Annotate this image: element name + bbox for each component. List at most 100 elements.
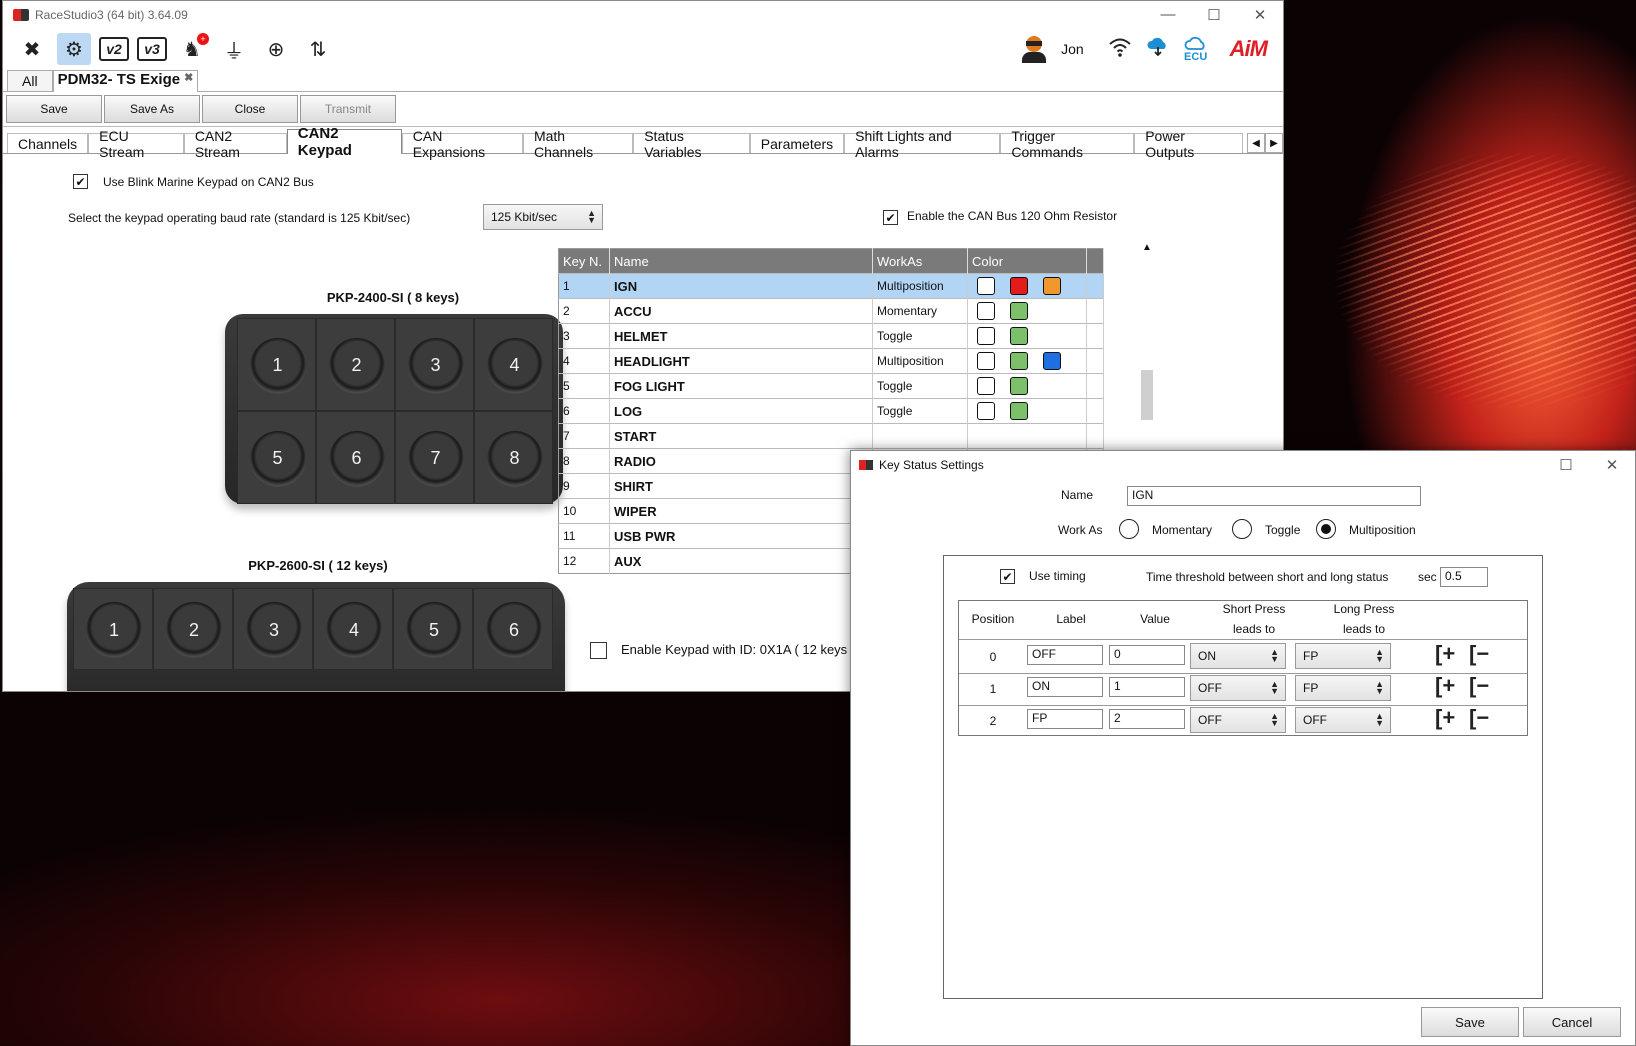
tab-power-outputs[interactable]: Power Outputs xyxy=(1134,128,1244,160)
color-swatch[interactable] xyxy=(977,352,995,370)
track-icon[interactable]: ♞ + xyxy=(175,33,209,65)
tab-channels[interactable]: Channels xyxy=(7,133,89,153)
label-input[interactable]: ON xyxy=(1027,677,1103,697)
keypad-button[interactable]: 5 xyxy=(406,602,462,658)
radio-toggle[interactable] xyxy=(1232,519,1252,539)
transfer-icon[interactable]: ⇅ xyxy=(301,33,335,65)
keypad-button[interactable]: 6 xyxy=(486,602,542,658)
color-swatch[interactable] xyxy=(1010,377,1028,395)
tab-all[interactable]: All xyxy=(7,70,53,91)
tab-can2-stream[interactable]: CAN2 Stream xyxy=(183,128,287,160)
cloud-download-icon[interactable] xyxy=(1146,35,1170,64)
color-swatch[interactable] xyxy=(977,377,995,395)
add-position-icon[interactable]: [+ xyxy=(1435,673,1455,699)
keypad-button[interactable]: 3 xyxy=(246,602,302,658)
short-press-select[interactable]: ON ▲ ▼ xyxy=(1190,643,1286,669)
short-press-select[interactable]: OFF ▲ ▼ xyxy=(1190,707,1286,733)
ecu-cloud-icon[interactable]: ECU xyxy=(1184,36,1208,63)
short-press-select[interactable]: OFF ▲ ▼ xyxy=(1190,675,1286,701)
keypad-button[interactable]: 4 xyxy=(486,337,543,394)
wifi-icon[interactable] xyxy=(1108,37,1132,62)
baud-rate-select[interactable]: 125 Kbit/sec ▲ ▼ xyxy=(483,204,603,230)
color-swatch[interactable] xyxy=(1010,327,1028,345)
scroll-thumb[interactable] xyxy=(1141,370,1153,420)
color-swatch[interactable] xyxy=(1010,277,1028,295)
long-press-select[interactable]: FP ▲ ▼ xyxy=(1295,675,1391,701)
color-swatch[interactable] xyxy=(977,277,995,295)
color-swatch[interactable] xyxy=(977,302,995,320)
key-table-row[interactable]: 4 HEADLIGHT Multiposition xyxy=(558,348,1104,374)
close-tab-icon[interactable]: ✖ xyxy=(184,72,193,84)
remove-position-icon[interactable]: [− xyxy=(1469,641,1489,667)
user-name[interactable]: Jon xyxy=(1061,41,1084,57)
v2-icon[interactable]: v2 xyxy=(99,37,129,61)
tab-scroll-left-icon[interactable]: ◀ xyxy=(1247,133,1266,153)
name-input[interactable]: IGN xyxy=(1127,486,1421,506)
v3-icon[interactable]: v3 xyxy=(137,37,167,61)
keypad-button[interactable]: 5 xyxy=(249,430,306,487)
keypad-button[interactable]: 1 xyxy=(249,337,306,394)
use-blink-checkbox[interactable]: ✔ xyxy=(73,174,88,189)
key-table-row[interactable]: 1 IGN Multiposition xyxy=(558,273,1104,299)
tab-ecu-stream[interactable]: ECU Stream xyxy=(88,128,184,160)
add-connection-icon[interactable]: ⊕ xyxy=(259,33,293,65)
keypad-button[interactable]: 1 xyxy=(86,602,142,658)
key-table-row[interactable]: 3 HELMET Toggle xyxy=(558,323,1104,349)
save-as-button[interactable]: Save As xyxy=(104,95,200,123)
keypad-button[interactable]: 3 xyxy=(407,337,464,394)
remove-position-icon[interactable]: [− xyxy=(1469,673,1489,699)
dialog-maximize-button[interactable]: ☐ xyxy=(1543,456,1589,474)
transmit-button[interactable]: Transmit xyxy=(300,95,396,123)
tab-can2-keypad[interactable]: CAN2 Keypad xyxy=(286,125,402,159)
keypad-button[interactable]: 6 xyxy=(328,430,385,487)
key-table-row[interactable]: 7 START xyxy=(558,423,1104,449)
scroll-up-icon[interactable]: ▲ xyxy=(1142,242,1152,253)
threshold-input[interactable]: 0.5 xyxy=(1440,567,1488,587)
dialog-close-button[interactable]: ✕ xyxy=(1589,456,1635,474)
tab-shift-lights-alarms[interactable]: Shift Lights and Alarms xyxy=(844,128,1001,160)
value-input[interactable]: 2 xyxy=(1109,709,1185,729)
close-button[interactable]: Close xyxy=(202,95,298,123)
enable-keypad-checkbox[interactable] xyxy=(590,642,607,659)
tab-status-variables[interactable]: Status Variables xyxy=(633,128,750,160)
radio-momentary[interactable] xyxy=(1119,519,1139,539)
gear-device-icon[interactable]: ⚙ xyxy=(57,33,91,65)
tab-trigger-commands[interactable]: Trigger Commands xyxy=(1000,128,1135,160)
key-table-row[interactable]: 2 ACCU Momentary xyxy=(558,298,1104,324)
value-input[interactable]: 1 xyxy=(1109,677,1185,697)
long-press-select[interactable]: FP ▲ ▼ xyxy=(1295,643,1391,669)
resistor-checkbox[interactable]: ✔ xyxy=(883,210,898,225)
add-position-icon[interactable]: [+ xyxy=(1435,705,1455,731)
long-press-select[interactable]: OFF ▲ ▼ xyxy=(1295,707,1391,733)
color-swatch[interactable] xyxy=(1010,302,1028,320)
key-table-row[interactable]: 6 LOG Toggle xyxy=(558,398,1104,424)
keypad-button[interactable]: 8 xyxy=(486,430,543,487)
wrench-tools-icon[interactable]: ✖ xyxy=(15,33,49,65)
tab-pdm32-ts-exige[interactable]: PDM32- TS Exige ✖ xyxy=(52,70,199,92)
value-input[interactable]: 0 xyxy=(1109,645,1185,665)
tab-math-channels[interactable]: Math Channels xyxy=(522,128,634,160)
table-scrollbar[interactable]: ▲ xyxy=(1139,242,1155,422)
dialog-cancel-button[interactable]: Cancel xyxy=(1523,1007,1621,1037)
minimize-button[interactable]: — xyxy=(1145,6,1191,24)
key-table-row[interactable]: 5 FOG LIGHT Toggle xyxy=(558,373,1104,399)
color-swatch[interactable] xyxy=(1010,352,1028,370)
tab-can-expansions[interactable]: CAN Expansions xyxy=(401,128,523,160)
keypad-button[interactable]: 7 xyxy=(407,430,464,487)
add-position-icon[interactable]: [+ xyxy=(1435,641,1455,667)
label-input[interactable]: FP xyxy=(1027,709,1103,729)
label-input[interactable]: OFF xyxy=(1027,645,1103,665)
use-timing-checkbox[interactable]: ✔ xyxy=(1000,569,1015,584)
color-swatch[interactable] xyxy=(977,327,995,345)
color-swatch[interactable] xyxy=(1010,402,1028,420)
color-swatch[interactable] xyxy=(977,402,995,420)
color-swatch[interactable] xyxy=(1043,277,1061,295)
avatar[interactable] xyxy=(1021,35,1047,63)
maximize-button[interactable]: ☐ xyxy=(1191,6,1237,24)
save-button[interactable]: Save xyxy=(6,95,102,123)
close-window-button[interactable]: ✕ xyxy=(1237,6,1283,24)
tab-parameters[interactable]: Parameters xyxy=(749,133,845,153)
radio-multiposition[interactable] xyxy=(1316,519,1336,539)
keypad-button[interactable]: 4 xyxy=(326,602,382,658)
remove-position-icon[interactable]: [− xyxy=(1469,705,1489,731)
